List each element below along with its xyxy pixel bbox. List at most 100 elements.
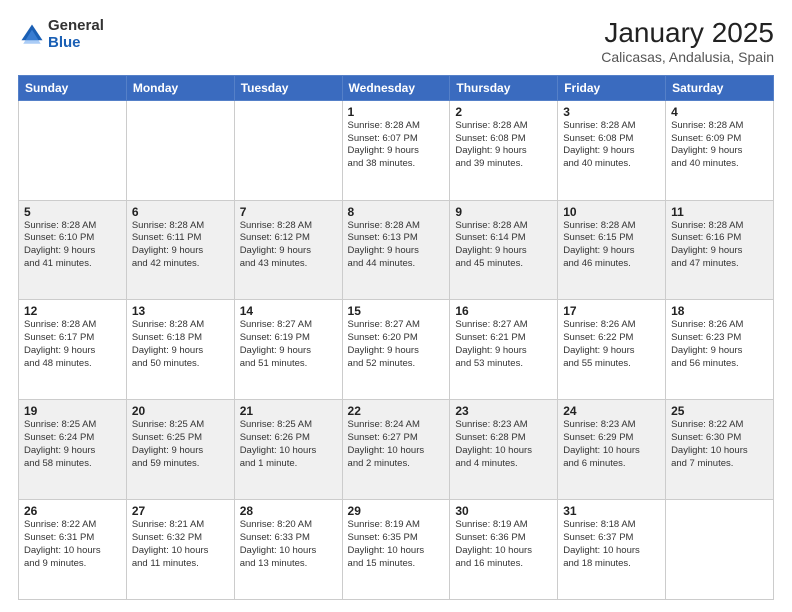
day-info: Sunrise: 8:28 AM Sunset: 6:16 PM Dayligh… — [671, 220, 768, 271]
calendar-cell: 2Sunrise: 8:28 AM Sunset: 6:08 PM Daylig… — [450, 100, 558, 200]
weekday-header-thursday: Thursday — [450, 75, 558, 100]
day-info: Sunrise: 8:20 AM Sunset: 6:33 PM Dayligh… — [240, 519, 337, 570]
calendar-cell: 26Sunrise: 8:22 AM Sunset: 6:31 PM Dayli… — [19, 500, 127, 600]
day-info: Sunrise: 8:24 AM Sunset: 6:27 PM Dayligh… — [348, 419, 445, 470]
calendar-week-row: 12Sunrise: 8:28 AM Sunset: 6:17 PM Dayli… — [19, 300, 774, 400]
day-info: Sunrise: 8:25 AM Sunset: 6:26 PM Dayligh… — [240, 419, 337, 470]
day-number: 30 — [455, 504, 552, 518]
calendar-week-row: 26Sunrise: 8:22 AM Sunset: 6:31 PM Dayli… — [19, 500, 774, 600]
day-info: Sunrise: 8:28 AM Sunset: 6:17 PM Dayligh… — [24, 319, 121, 370]
calendar-cell: 17Sunrise: 8:26 AM Sunset: 6:22 PM Dayli… — [558, 300, 666, 400]
weekday-header-saturday: Saturday — [666, 75, 774, 100]
day-info: Sunrise: 8:21 AM Sunset: 6:32 PM Dayligh… — [132, 519, 229, 570]
day-number: 5 — [24, 205, 121, 219]
day-number: 15 — [348, 304, 445, 318]
calendar-cell: 13Sunrise: 8:28 AM Sunset: 6:18 PM Dayli… — [126, 300, 234, 400]
calendar-cell: 19Sunrise: 8:25 AM Sunset: 6:24 PM Dayli… — [19, 400, 127, 500]
day-number: 4 — [671, 105, 768, 119]
month-title: January 2025 — [601, 18, 774, 49]
day-info: Sunrise: 8:19 AM Sunset: 6:36 PM Dayligh… — [455, 519, 552, 570]
weekday-header-friday: Friday — [558, 75, 666, 100]
day-info: Sunrise: 8:27 AM Sunset: 6:21 PM Dayligh… — [455, 319, 552, 370]
calendar-cell: 22Sunrise: 8:24 AM Sunset: 6:27 PM Dayli… — [342, 400, 450, 500]
calendar-cell: 23Sunrise: 8:23 AM Sunset: 6:28 PM Dayli… — [450, 400, 558, 500]
calendar-cell: 29Sunrise: 8:19 AM Sunset: 6:35 PM Dayli… — [342, 500, 450, 600]
day-info: Sunrise: 8:22 AM Sunset: 6:30 PM Dayligh… — [671, 419, 768, 470]
day-info: Sunrise: 8:28 AM Sunset: 6:14 PM Dayligh… — [455, 220, 552, 271]
day-number: 9 — [455, 205, 552, 219]
title-block: January 2025 Calicasas, Andalusia, Spain — [601, 18, 774, 65]
day-info: Sunrise: 8:23 AM Sunset: 6:29 PM Dayligh… — [563, 419, 660, 470]
weekday-header-sunday: Sunday — [19, 75, 127, 100]
day-info: Sunrise: 8:23 AM Sunset: 6:28 PM Dayligh… — [455, 419, 552, 470]
weekday-header-wednesday: Wednesday — [342, 75, 450, 100]
day-info: Sunrise: 8:28 AM Sunset: 6:10 PM Dayligh… — [24, 220, 121, 271]
calendar-cell: 9Sunrise: 8:28 AM Sunset: 6:14 PM Daylig… — [450, 200, 558, 300]
day-info: Sunrise: 8:28 AM Sunset: 6:12 PM Dayligh… — [240, 220, 337, 271]
day-number: 16 — [455, 304, 552, 318]
weekday-header-monday: Monday — [126, 75, 234, 100]
calendar-cell: 6Sunrise: 8:28 AM Sunset: 6:11 PM Daylig… — [126, 200, 234, 300]
day-info: Sunrise: 8:22 AM Sunset: 6:31 PM Dayligh… — [24, 519, 121, 570]
day-number: 13 — [132, 304, 229, 318]
calendar-cell: 24Sunrise: 8:23 AM Sunset: 6:29 PM Dayli… — [558, 400, 666, 500]
day-number: 10 — [563, 205, 660, 219]
calendar-cell: 11Sunrise: 8:28 AM Sunset: 6:16 PM Dayli… — [666, 200, 774, 300]
day-number: 23 — [455, 404, 552, 418]
day-number: 12 — [24, 304, 121, 318]
header: General Blue January 2025 Calicasas, And… — [18, 18, 774, 65]
day-info: Sunrise: 8:28 AM Sunset: 6:11 PM Dayligh… — [132, 220, 229, 271]
day-number: 11 — [671, 205, 768, 219]
day-number: 6 — [132, 205, 229, 219]
page: General Blue January 2025 Calicasas, And… — [0, 0, 792, 612]
calendar-cell: 12Sunrise: 8:28 AM Sunset: 6:17 PM Dayli… — [19, 300, 127, 400]
calendar-cell: 25Sunrise: 8:22 AM Sunset: 6:30 PM Dayli… — [666, 400, 774, 500]
day-number: 3 — [563, 105, 660, 119]
day-number: 21 — [240, 404, 337, 418]
calendar-week-row: 19Sunrise: 8:25 AM Sunset: 6:24 PM Dayli… — [19, 400, 774, 500]
day-number: 17 — [563, 304, 660, 318]
calendar-cell: 1Sunrise: 8:28 AM Sunset: 6:07 PM Daylig… — [342, 100, 450, 200]
day-number: 14 — [240, 304, 337, 318]
logo-blue-text: Blue — [48, 35, 104, 52]
calendar-cell: 10Sunrise: 8:28 AM Sunset: 6:15 PM Dayli… — [558, 200, 666, 300]
day-number: 27 — [132, 504, 229, 518]
calendar-cell — [234, 100, 342, 200]
calendar-cell: 16Sunrise: 8:27 AM Sunset: 6:21 PM Dayli… — [450, 300, 558, 400]
calendar-cell: 28Sunrise: 8:20 AM Sunset: 6:33 PM Dayli… — [234, 500, 342, 600]
calendar-week-row: 1Sunrise: 8:28 AM Sunset: 6:07 PM Daylig… — [19, 100, 774, 200]
location: Calicasas, Andalusia, Spain — [601, 49, 774, 65]
calendar-cell: 15Sunrise: 8:27 AM Sunset: 6:20 PM Dayli… — [342, 300, 450, 400]
day-number: 29 — [348, 504, 445, 518]
day-number: 31 — [563, 504, 660, 518]
logo-general-text: General — [48, 18, 104, 35]
day-info: Sunrise: 8:26 AM Sunset: 6:23 PM Dayligh… — [671, 319, 768, 370]
day-info: Sunrise: 8:28 AM Sunset: 6:07 PM Dayligh… — [348, 120, 445, 171]
day-info: Sunrise: 8:25 AM Sunset: 6:25 PM Dayligh… — [132, 419, 229, 470]
calendar-cell: 30Sunrise: 8:19 AM Sunset: 6:36 PM Dayli… — [450, 500, 558, 600]
day-info: Sunrise: 8:28 AM Sunset: 6:08 PM Dayligh… — [455, 120, 552, 171]
day-number: 24 — [563, 404, 660, 418]
day-info: Sunrise: 8:18 AM Sunset: 6:37 PM Dayligh… — [563, 519, 660, 570]
logo-icon — [18, 21, 46, 49]
day-info: Sunrise: 8:19 AM Sunset: 6:35 PM Dayligh… — [348, 519, 445, 570]
day-number: 20 — [132, 404, 229, 418]
day-number: 1 — [348, 105, 445, 119]
calendar-cell — [19, 100, 127, 200]
day-number: 26 — [24, 504, 121, 518]
day-info: Sunrise: 8:27 AM Sunset: 6:20 PM Dayligh… — [348, 319, 445, 370]
day-number: 7 — [240, 205, 337, 219]
calendar-cell: 21Sunrise: 8:25 AM Sunset: 6:26 PM Dayli… — [234, 400, 342, 500]
calendar-cell: 18Sunrise: 8:26 AM Sunset: 6:23 PM Dayli… — [666, 300, 774, 400]
day-info: Sunrise: 8:28 AM Sunset: 6:08 PM Dayligh… — [563, 120, 660, 171]
day-info: Sunrise: 8:28 AM Sunset: 6:13 PM Dayligh… — [348, 220, 445, 271]
logo-text: General Blue — [48, 18, 104, 51]
calendar-cell — [126, 100, 234, 200]
calendar-cell: 27Sunrise: 8:21 AM Sunset: 6:32 PM Dayli… — [126, 500, 234, 600]
day-info: Sunrise: 8:28 AM Sunset: 6:09 PM Dayligh… — [671, 120, 768, 171]
day-info: Sunrise: 8:27 AM Sunset: 6:19 PM Dayligh… — [240, 319, 337, 370]
calendar-table: SundayMondayTuesdayWednesdayThursdayFrid… — [18, 75, 774, 600]
logo: General Blue — [18, 18, 104, 51]
calendar-cell: 7Sunrise: 8:28 AM Sunset: 6:12 PM Daylig… — [234, 200, 342, 300]
calendar-cell: 4Sunrise: 8:28 AM Sunset: 6:09 PM Daylig… — [666, 100, 774, 200]
